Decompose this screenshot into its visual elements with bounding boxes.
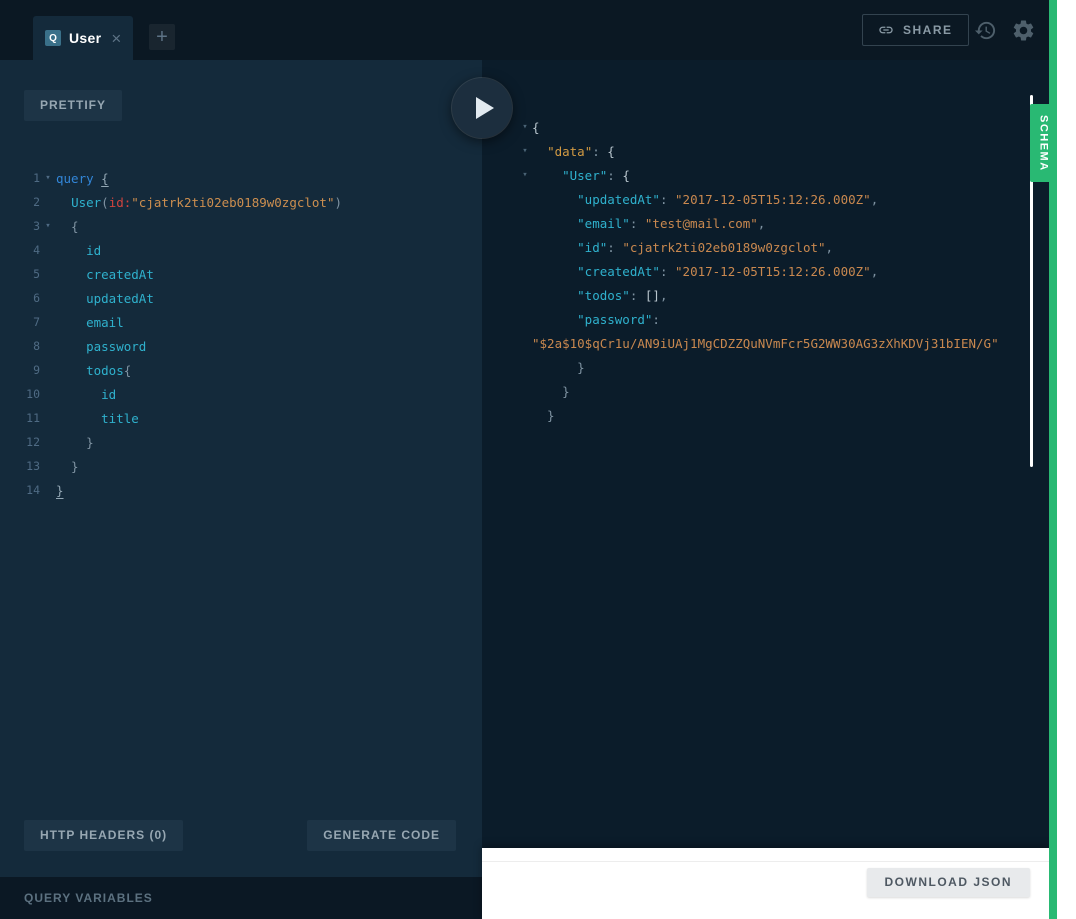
line-number: 1 — [14, 171, 40, 185]
code-line: "todos": [], — [518, 283, 1025, 307]
code-line: } — [518, 355, 1025, 379]
line-number: 7 — [14, 315, 40, 329]
query-variables-bar[interactable]: QUERY VARIABLES — [0, 877, 482, 919]
share-label: SHARE — [903, 23, 953, 37]
query-badge-icon: Q — [45, 30, 61, 46]
fold-arrow-icon[interactable]: ▾ — [518, 146, 532, 156]
history-button[interactable] — [968, 13, 1002, 47]
response-footer: DOWNLOAD JSON — [482, 848, 1049, 919]
topbar: Q User × + SHARE — [0, 0, 1057, 60]
code-line: ▾{ — [518, 115, 1025, 139]
query-editor-pane: PRETTIFY 1▾query {2 User(id:"cjatrk2ti02… — [0, 60, 482, 919]
line-number: 9 — [14, 363, 40, 377]
code-line: 3▾ { — [14, 214, 478, 238]
tab-title: User — [69, 30, 101, 46]
line-number: 2 — [14, 195, 40, 209]
line-number: 3 — [14, 219, 40, 233]
schema-tab-label: SCHEMA — [1038, 115, 1050, 172]
tab-user[interactable]: Q User × — [33, 16, 133, 60]
fold-arrow-icon[interactable]: ▾ — [40, 221, 56, 231]
line-number: 5 — [14, 267, 40, 281]
fold-arrow-icon[interactable]: ▾ — [518, 122, 532, 132]
code-line: 11 title — [14, 406, 478, 430]
code-line: "createdAt": "2017-12-05T15:12:26.000Z", — [518, 259, 1025, 283]
play-icon — [476, 97, 494, 119]
tab-close-icon[interactable]: × — [111, 30, 121, 47]
line-number: 4 — [14, 243, 40, 257]
code-line: "id": "cjatrk2ti02eb0189w0zgclot", — [518, 235, 1025, 259]
line-number: 12 — [14, 435, 40, 449]
code-line: 6 updatedAt — [14, 286, 478, 310]
prettify-button[interactable]: PRETTIFY — [24, 90, 122, 121]
code-line: } — [518, 379, 1025, 403]
code-line: "password": — [518, 307, 1025, 331]
code-line: 13 } — [14, 454, 478, 478]
new-tab-button[interactable]: + — [149, 24, 175, 50]
line-number: 13 — [14, 459, 40, 473]
schema-tab[interactable]: SCHEMA — [1030, 104, 1057, 182]
code-line: 12 } — [14, 430, 478, 454]
response-pane: ▾{▾ "data": {▾ "User": { "updatedAt": "2… — [482, 60, 1049, 919]
download-json-button[interactable]: DOWNLOAD JSON — [867, 868, 1031, 897]
code-line: ▾ "data": { — [518, 139, 1025, 163]
execute-query-button[interactable] — [452, 78, 512, 138]
fold-arrow-icon[interactable]: ▾ — [40, 173, 56, 183]
history-icon — [974, 19, 997, 42]
code-line: 2 User(id:"cjatrk2ti02eb0189w0zgclot") — [14, 190, 478, 214]
graphql-playground-app: Q User × + SHARE PRETTIFY 1▾query {2 Use… — [0, 0, 1057, 919]
response-viewer: ▾{▾ "data": {▾ "User": { "updatedAt": "2… — [518, 115, 1025, 427]
code-line: 4 id — [14, 238, 478, 262]
code-line: "email": "test@mail.com", — [518, 211, 1025, 235]
http-headers-button[interactable]: HTTP HEADERS (0) — [24, 820, 183, 851]
generate-code-button[interactable]: GENERATE CODE — [307, 820, 456, 851]
code-line: 5 createdAt — [14, 262, 478, 286]
gear-icon — [1011, 18, 1036, 43]
line-number: 11 — [14, 411, 40, 425]
code-line: 1▾query { — [14, 166, 478, 190]
code-line: } — [518, 403, 1025, 427]
code-line: 10 id — [14, 382, 478, 406]
share-button[interactable]: SHARE — [862, 14, 969, 46]
query-editor[interactable]: 1▾query {2 User(id:"cjatrk2ti02eb0189w0z… — [14, 166, 478, 502]
code-line: "$2a$10$qCr1u/AN9iUAj1MgCDZZQuNVmFcr5G2W… — [518, 331, 1025, 355]
code-line: 7 email — [14, 310, 478, 334]
code-line: ▾ "User": { — [518, 163, 1025, 187]
code-line: 8 password — [14, 334, 478, 358]
code-line: 9 todos{ — [14, 358, 478, 382]
line-number: 6 — [14, 291, 40, 305]
link-icon — [878, 22, 894, 38]
fold-arrow-icon[interactable]: ▾ — [518, 170, 532, 180]
code-line: 14} — [14, 478, 478, 502]
code-line: "updatedAt": "2017-12-05T15:12:26.000Z", — [518, 187, 1025, 211]
query-variables-label: QUERY VARIABLES — [24, 891, 153, 905]
line-number: 14 — [14, 483, 40, 497]
line-number: 8 — [14, 339, 40, 353]
settings-button[interactable] — [1006, 13, 1040, 47]
line-number: 10 — [14, 387, 40, 401]
